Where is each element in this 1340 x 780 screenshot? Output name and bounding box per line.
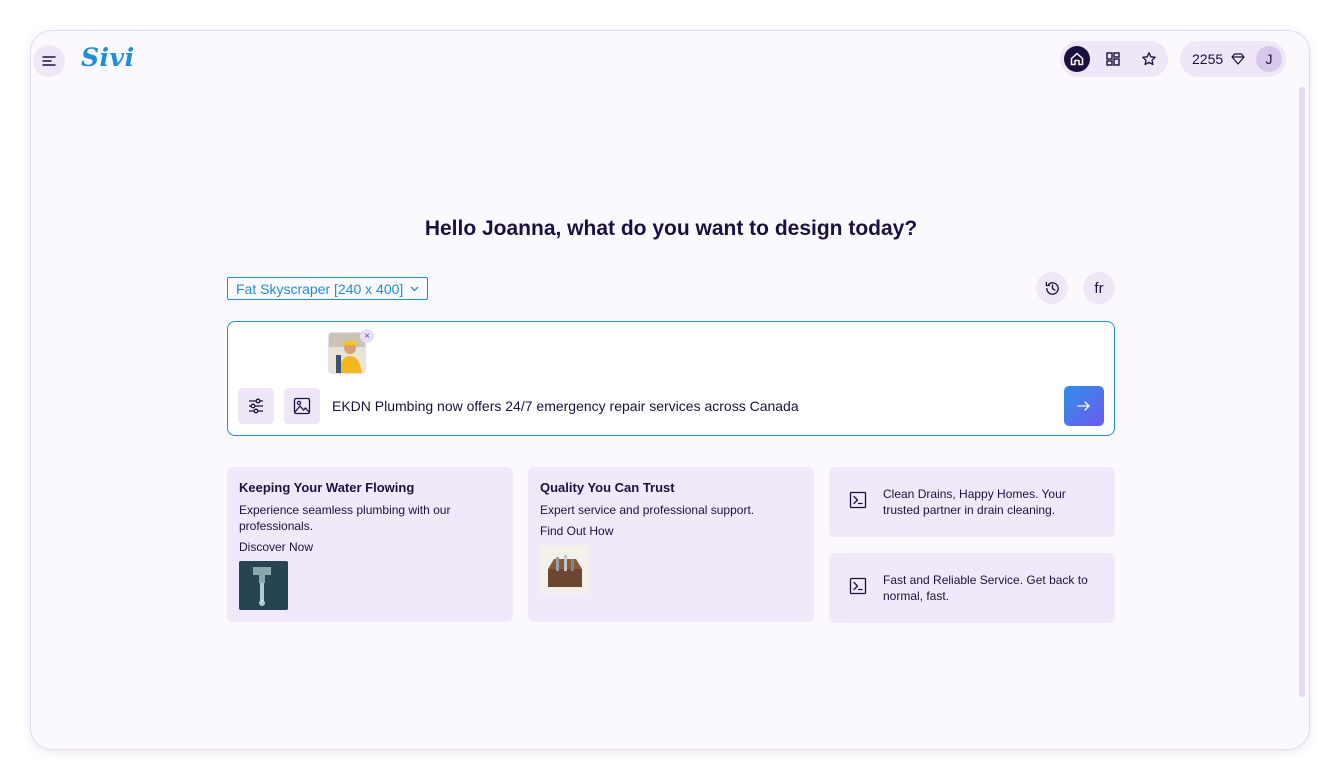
avatar[interactable]: J xyxy=(1256,46,1282,72)
page-title: Hello Joanna, what do you want to design… xyxy=(424,217,918,240)
size-dropdown-value: Fat Skyscraper [240 x 400] xyxy=(236,280,404,297)
send-button[interactable] xyxy=(1064,386,1104,426)
suggestion-cta: Discover Now xyxy=(239,540,314,554)
sivi-logo[interactable]: Sivi xyxy=(81,43,135,72)
top-nav xyxy=(1060,41,1168,77)
prompt-box[interactable]: × EKDN Plumbing now offers 24/7 emergenc… xyxy=(227,321,1115,436)
prompt-input[interactable]: EKDN Plumbing now offers 24/7 emergency … xyxy=(332,398,799,414)
suggestion-cta: Find Out How xyxy=(540,524,614,538)
image-icon xyxy=(293,397,311,415)
prompt-icon xyxy=(849,577,867,595)
scrollbar[interactable] xyxy=(1299,87,1305,697)
history-icon xyxy=(1045,281,1059,295)
suggestion-card[interactable]: Quality You Can Trust Expert service and… xyxy=(528,467,814,622)
home-icon xyxy=(1070,52,1084,66)
suggestion-text: Fast and Reliable Service. Get back to n… xyxy=(883,573,1088,603)
grid-icon xyxy=(1106,52,1120,66)
suggestion-description: Experience seamless plumbing with our pr… xyxy=(239,503,451,533)
suggestion-text: Clean Drains, Happy Homes. Your trusted … xyxy=(883,487,1066,517)
prompt-icon xyxy=(849,491,867,509)
suggestion-card[interactable]: Clean Drains, Happy Homes. Your trusted … xyxy=(829,467,1115,537)
suggestion-card[interactable]: Keeping Your Water Flowing Experience se… xyxy=(227,467,513,622)
suggestion-title: Quality You Can Trust xyxy=(540,480,675,495)
diamond-icon xyxy=(1231,53,1245,65)
history-button[interactable] xyxy=(1036,272,1068,304)
suggestion-description: Expert service and professional support. xyxy=(540,503,755,517)
app-window: Sivi 2255 J Hello Joanna, what do you wa… xyxy=(30,30,1310,750)
menu-button[interactable] xyxy=(33,45,65,77)
templates-button[interactable] xyxy=(1100,46,1126,72)
hamburger-icon xyxy=(42,56,56,66)
size-dropdown[interactable]: Fat Skyscraper [240 x 400] xyxy=(227,277,429,300)
image-upload-button[interactable] xyxy=(284,388,320,424)
settings-button[interactable] xyxy=(238,388,274,424)
home-button[interactable] xyxy=(1064,46,1090,72)
sliders-icon xyxy=(249,398,263,414)
credits-count: 2255 xyxy=(1192,51,1224,67)
suggestion-title: Keeping Your Water Flowing xyxy=(239,480,415,495)
language-button[interactable]: fr xyxy=(1083,272,1115,304)
favorites-button[interactable] xyxy=(1136,46,1162,72)
arrow-right-icon xyxy=(1077,401,1090,411)
suggestion-image xyxy=(540,545,589,594)
suggestion-image xyxy=(239,561,288,610)
chevron-down-icon xyxy=(410,286,419,291)
star-icon xyxy=(1142,52,1156,66)
suggestion-card[interactable]: Fast and Reliable Service. Get back to n… xyxy=(829,553,1115,623)
credits-badge[interactable]: 2255 J xyxy=(1180,41,1286,77)
remove-attachment-button[interactable]: × xyxy=(360,329,374,343)
